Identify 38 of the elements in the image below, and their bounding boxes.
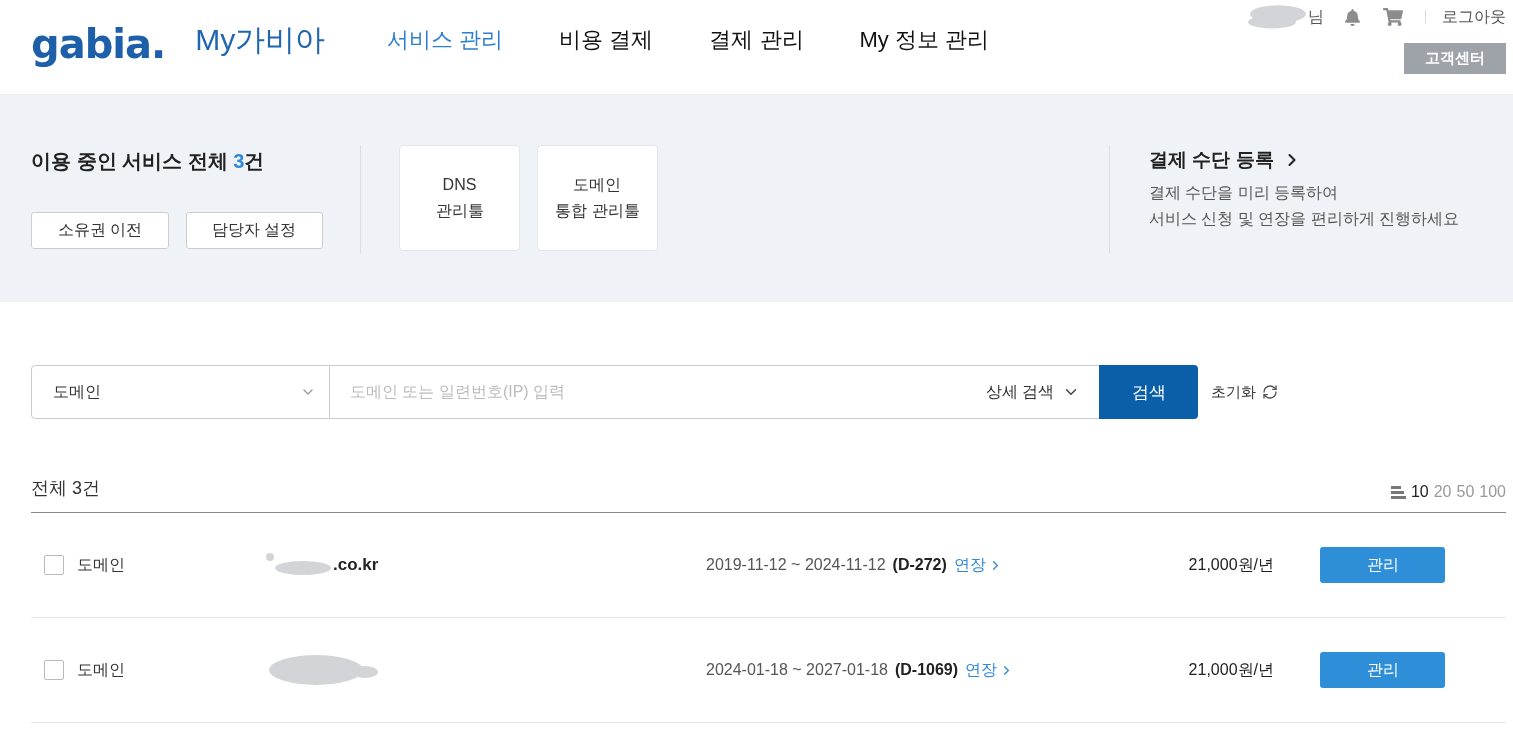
- service-count-title: 이용 중인 서비스 전체 3건: [31, 149, 266, 174]
- nav-tab[interactable]: 비용 결제: [559, 25, 654, 55]
- action-button[interactable]: 담당자 설정: [185, 212, 323, 249]
- advanced-search-toggle[interactable]: 상세 검색: [975, 365, 1099, 419]
- service-type: 도메인: [77, 659, 126, 680]
- payment-method-description: 결제 수단을 미리 등록하여 서비스 신청 및 연장을 편리하게 진행하세요: [1149, 183, 1461, 229]
- search-button[interactable]: 검색: [1099, 365, 1198, 419]
- service-type: 도메인: [77, 554, 126, 575]
- price-label: 21,000원/년: [1187, 554, 1274, 575]
- domain-name: .co.kr: [333, 555, 379, 575]
- refresh-icon: [1262, 384, 1278, 400]
- renew-link[interactable]: 연장: [953, 554, 1003, 576]
- app-title: My가비아: [195, 22, 326, 58]
- d-day-label: (D-272): [892, 556, 947, 574]
- price-label: 21,000원/년: [1187, 659, 1274, 680]
- user-honorific: 님: [1308, 6, 1324, 27]
- search-input[interactable]: 도메인 또는 일련번호(IP) 입력: [330, 365, 975, 419]
- nav-tab[interactable]: 서비스 관리: [387, 25, 504, 55]
- d-day-label: (D-1069): [894, 661, 959, 679]
- bell-icon[interactable]: [1344, 8, 1361, 26]
- row-checkbox[interactable]: [44, 660, 64, 680]
- row-checkbox[interactable]: [44, 555, 64, 575]
- reset-button[interactable]: 초기화: [1211, 365, 1278, 419]
- action-button[interactable]: 소유권 이전: [31, 212, 169, 249]
- tool-tile[interactable]: 도메인 통합 관리툴: [537, 145, 658, 251]
- cart-icon[interactable]: [1383, 7, 1403, 27]
- page-size-option[interactable]: 10: [1410, 483, 1429, 501]
- logout-link[interactable]: 로그아웃: [1442, 6, 1506, 28]
- service-period: 2024-01-18 ~ 2027-01-18: [706, 661, 888, 679]
- tool-tile[interactable]: DNS 관리툴: [399, 145, 520, 251]
- nav-tab[interactable]: 결제 관리: [709, 25, 804, 55]
- category-select[interactable]: 도메인: [31, 365, 330, 419]
- list-icon: [1390, 485, 1406, 499]
- total-count: 전체 3건: [31, 477, 100, 500]
- service-period: 2019-11-12 ~ 2024-11-12: [706, 556, 886, 574]
- nav-tab[interactable]: My 정보 관리: [859, 25, 990, 55]
- renew-link[interactable]: 연장: [965, 659, 1015, 681]
- payment-method-link[interactable]: 결제 수단 등록: [1149, 145, 1302, 175]
